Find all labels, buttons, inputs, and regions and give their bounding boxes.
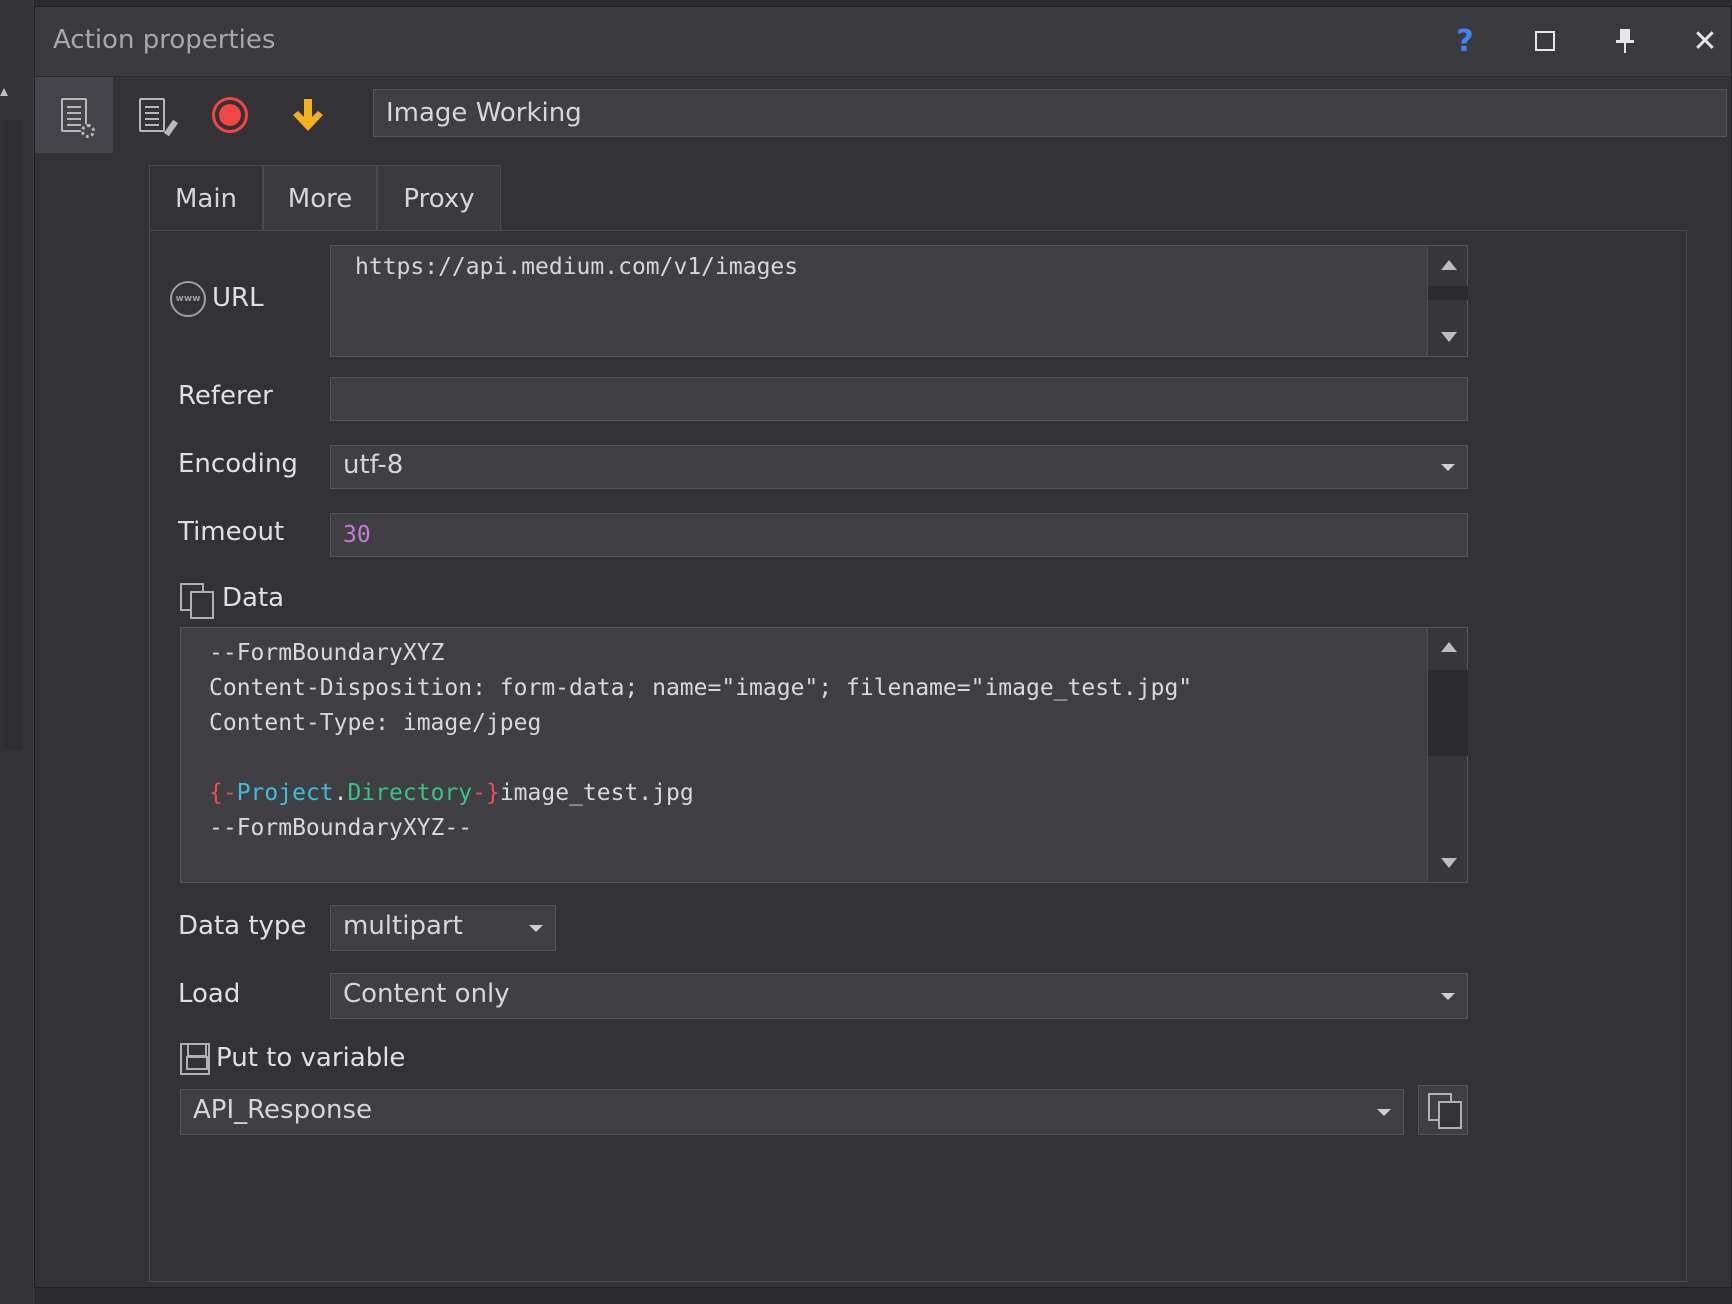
dock-scrollbar[interactable]	[4, 120, 22, 750]
macro-directory: Directory	[347, 780, 473, 806]
action-toolbar	[35, 77, 1731, 153]
copy-icon	[1428, 1093, 1462, 1129]
load-label: Load	[178, 979, 241, 1009]
close-button[interactable]: ✕	[1685, 21, 1725, 61]
www-icon: www	[170, 281, 206, 317]
timeout-label: Timeout	[178, 517, 285, 547]
chevron-down-icon	[1441, 464, 1455, 471]
data-line: --FormBoundaryXYZ	[209, 640, 445, 666]
data-type-label: Data type	[178, 911, 307, 941]
url-field[interactable]: https://api.medium.com/v1/images	[330, 245, 1468, 357]
encoding-dropdown[interactable]: utf-8	[330, 445, 1468, 489]
data-line: Content-Disposition: form-data; name="im…	[209, 675, 1193, 701]
load-dropdown[interactable]: Content only	[330, 973, 1468, 1019]
macro-close-brace: -}	[472, 780, 500, 806]
macro-open-brace: {-	[209, 780, 237, 806]
referer-input[interactable]	[330, 377, 1468, 421]
variable-copy-button[interactable]	[1418, 1085, 1468, 1135]
action-name-input[interactable]	[373, 89, 1727, 137]
macro-dot: .	[333, 780, 348, 806]
action-properties-panel: Action properties ? ✕ Image Working Main…	[34, 6, 1732, 1288]
chevron-down-icon	[1441, 993, 1455, 1000]
url-label: URL	[212, 283, 264, 313]
macro-suffix: image_test.jpg	[499, 780, 694, 806]
tab-more[interactable]: More	[263, 165, 377, 231]
main-tab-content: www URL https://api.medium.com/v1/images…	[149, 230, 1687, 1282]
data-line: --FormBoundaryXYZ--	[209, 815, 473, 841]
tab-proxy[interactable]: Proxy	[377, 165, 501, 231]
panel-title: Action properties	[53, 25, 276, 55]
data-textarea[interactable]: --FormBoundaryXYZ Content-Disposition: f…	[180, 627, 1468, 883]
variable-value: API_Response	[193, 1095, 373, 1125]
chevron-down-icon	[529, 925, 543, 932]
scroll-up-icon[interactable]	[1441, 260, 1457, 270]
maximize-icon	[1535, 31, 1555, 51]
pin-button[interactable]	[1605, 21, 1645, 61]
data-label: Data	[222, 583, 285, 613]
document-settings-icon	[61, 98, 95, 138]
close-icon: ✕	[1692, 23, 1718, 59]
left-dock-strip	[0, 0, 34, 1304]
document-edit-icon	[139, 98, 179, 137]
execute-down-button[interactable]	[269, 77, 347, 153]
url-scrollbar[interactable]	[1427, 246, 1468, 356]
panel-titlebar: Action properties ? ✕	[35, 7, 1731, 77]
url-scroll-thumb[interactable]	[1428, 286, 1468, 300]
encoding-value: utf-8	[343, 450, 404, 480]
record-icon	[212, 97, 248, 133]
data-line: Content-Type: image/jpeg	[209, 710, 542, 736]
scroll-up-icon[interactable]	[1441, 642, 1457, 652]
help-button[interactable]: ?	[1445, 21, 1485, 61]
scroll-down-icon[interactable]	[1441, 332, 1457, 342]
put-to-variable-label: Put to variable	[216, 1043, 406, 1073]
referer-label: Referer	[178, 381, 273, 411]
timeout-value: 30	[343, 522, 371, 548]
pin-icon	[1616, 29, 1634, 53]
data-scrollbar[interactable]	[1427, 628, 1468, 882]
tab-main[interactable]: Main	[149, 165, 263, 231]
scroll-down-icon[interactable]	[1441, 858, 1457, 868]
encoding-label: Encoding	[178, 449, 298, 479]
action-edit-button[interactable]	[113, 77, 191, 153]
data-type-dropdown[interactable]: multipart	[330, 905, 556, 951]
macro-project: Project	[236, 780, 334, 806]
timeout-input[interactable]: 30	[330, 513, 1468, 557]
copy-icon[interactable]	[180, 583, 214, 619]
variable-dropdown[interactable]: API_Response	[180, 1089, 1404, 1135]
arrow-down-icon	[293, 99, 323, 131]
collapse-arrow-icon[interactable]	[0, 88, 8, 96]
help-icon: ?	[1456, 23, 1474, 59]
chevron-down-icon	[1377, 1109, 1391, 1116]
url-value: https://api.medium.com/v1/images	[355, 254, 799, 280]
maximize-button[interactable]	[1525, 21, 1565, 61]
data-scroll-thumb[interactable]	[1428, 670, 1468, 756]
action-settings-button[interactable]	[35, 77, 113, 153]
data-type-value: multipart	[343, 911, 463, 941]
record-button[interactable]	[191, 77, 269, 153]
data-code: --FormBoundaryXYZ Content-Disposition: f…	[209, 636, 1192, 846]
load-value: Content only	[343, 979, 510, 1009]
save-icon	[180, 1043, 210, 1075]
